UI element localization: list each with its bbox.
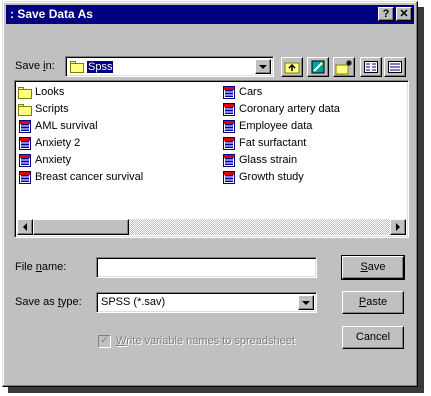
close-button[interactable]: ✕ bbox=[396, 7, 412, 21]
desktop-button[interactable] bbox=[307, 57, 329, 77]
file-list-item[interactable]: Breast cancer survival bbox=[18, 169, 143, 185]
write-variable-names-checkbox[interactable]: ✓ bbox=[98, 335, 111, 348]
file-list-item[interactable]: Anxiety 2 bbox=[18, 135, 80, 151]
dialog-title: : Save Data As bbox=[10, 7, 93, 21]
file-list-item[interactable]: AML survival bbox=[18, 118, 98, 134]
file-name-text: Anxiety bbox=[35, 154, 72, 166]
spss-data-file-icon bbox=[222, 85, 236, 99]
file-name-text: Breast cancer survival bbox=[35, 171, 144, 183]
scroll-right-button[interactable] bbox=[390, 219, 406, 235]
up-folder-icon bbox=[284, 62, 300, 74]
file-name-text: Anxiety 2 bbox=[35, 137, 81, 149]
details-view-button[interactable] bbox=[384, 57, 406, 77]
file-list-item[interactable]: Anxiety bbox=[18, 152, 71, 168]
file-list-item[interactable]: Growth study bbox=[222, 169, 304, 185]
file-list-item[interactable]: Employee data bbox=[222, 118, 312, 134]
list-view-icon bbox=[364, 61, 378, 73]
folder-icon bbox=[18, 103, 32, 116]
save-in-label: Save in: bbox=[15, 60, 55, 72]
spss-data-file-icon bbox=[222, 170, 236, 184]
details-view-icon bbox=[388, 61, 402, 73]
save-as-type-combo[interactable]: SPSS (*.sav) bbox=[96, 292, 317, 313]
file-name-text: Glass strain bbox=[239, 154, 298, 166]
spss-data-file-icon bbox=[18, 170, 32, 184]
save-button[interactable]: Save bbox=[341, 255, 405, 280]
paste-button[interactable]: Paste bbox=[342, 291, 404, 314]
save-in-dropdown-arrow[interactable] bbox=[255, 59, 271, 74]
write-variable-names-label: Write variable names to spreadsheet bbox=[116, 335, 295, 347]
spss-data-file-icon bbox=[222, 153, 236, 167]
file-name-text: Coronary artery data bbox=[239, 103, 340, 115]
file-name-text: Employee data bbox=[239, 120, 313, 132]
file-list-item[interactable]: Coronary artery data bbox=[222, 101, 340, 117]
save-in-value: Spss bbox=[87, 60, 114, 73]
desktop-icon bbox=[311, 60, 325, 74]
folder-icon bbox=[70, 60, 84, 73]
save-as-type-dropdown-arrow[interactable] bbox=[298, 295, 314, 310]
file-name-text: AML survival bbox=[35, 120, 98, 132]
file-list-item[interactable]: Looks bbox=[18, 84, 64, 100]
file-name-text: Growth study bbox=[239, 171, 304, 183]
file-name-text: Fat surfactant bbox=[239, 137, 307, 149]
file-name-label: File name: bbox=[15, 261, 67, 273]
new-folder-icon bbox=[335, 60, 352, 75]
save-as-type-value: SPSS (*.sav) bbox=[101, 296, 166, 308]
scroll-thumb[interactable] bbox=[33, 219, 129, 235]
save-in-combo[interactable]: Spss bbox=[65, 56, 274, 77]
spss-data-file-icon bbox=[18, 153, 32, 167]
up-one-level-button[interactable] bbox=[281, 57, 303, 77]
horizontal-scrollbar[interactable] bbox=[17, 219, 406, 235]
create-new-folder-button[interactable] bbox=[333, 57, 355, 77]
title-bar[interactable]: : Save Data As ? ✕ bbox=[6, 5, 414, 24]
file-name-text: Looks bbox=[35, 86, 65, 98]
file-list-item[interactable]: Fat surfactant bbox=[222, 135, 306, 151]
folder-icon bbox=[18, 86, 32, 99]
file-name-text: Cars bbox=[239, 86, 263, 98]
cancel-button[interactable]: Cancel bbox=[342, 326, 404, 349]
help-button[interactable]: ? bbox=[378, 7, 394, 21]
scroll-left-button[interactable] bbox=[17, 219, 33, 235]
file-list-item[interactable]: Glass strain bbox=[222, 152, 297, 168]
file-list-item[interactable]: Scripts bbox=[18, 101, 69, 117]
save-data-as-dialog: : Save Data As ? ✕ Save in: Spss Looks S… bbox=[2, 1, 418, 387]
spss-data-file-icon bbox=[18, 119, 32, 133]
spss-data-file-icon bbox=[222, 102, 236, 116]
file-name-text: Scripts bbox=[35, 103, 69, 115]
spss-data-file-icon bbox=[222, 119, 236, 133]
spss-data-file-icon bbox=[222, 136, 236, 150]
list-view-button[interactable] bbox=[360, 57, 382, 77]
save-as-type-label: Save as type: bbox=[15, 296, 82, 308]
spss-data-file-icon bbox=[18, 136, 32, 150]
file-name-input[interactable] bbox=[96, 257, 317, 278]
file-list-item[interactable]: Cars bbox=[222, 84, 262, 100]
file-list[interactable]: Looks Scripts AML survival Anxiety 2 Anxiety… bbox=[14, 80, 409, 238]
